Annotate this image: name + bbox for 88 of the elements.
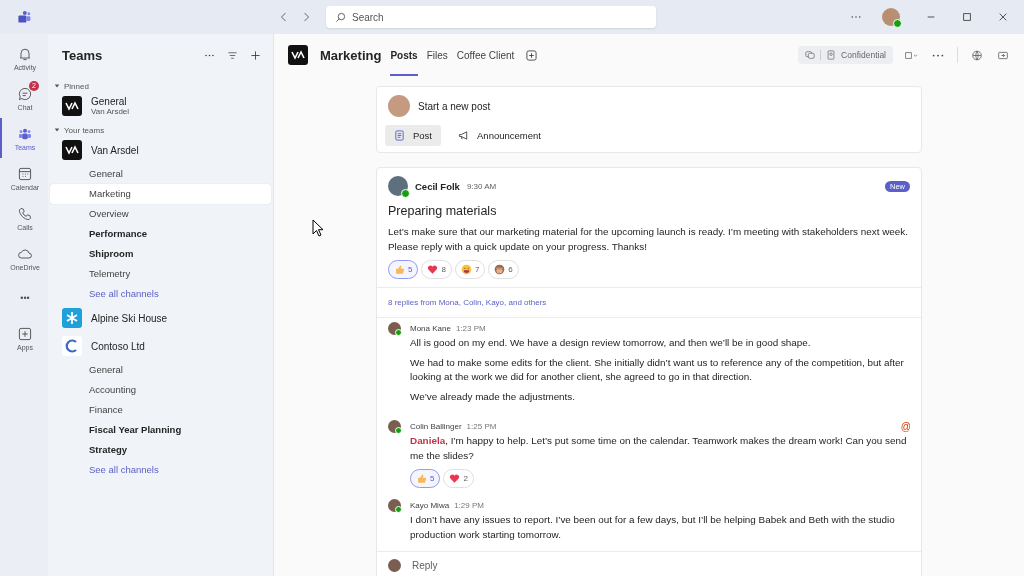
channel-item[interactable]: Telemetry <box>50 264 271 284</box>
channel-item[interactable]: Strategy <box>50 440 271 460</box>
thumbs-up-icon <box>416 473 427 484</box>
team-item[interactable]: General Van Arsdel <box>50 92 271 120</box>
timestamp: 1:25 PM <box>466 422 497 431</box>
channel-item[interactable]: Fiscal Year Planning <box>50 420 271 440</box>
post-type-button[interactable]: Announcement <box>449 125 550 146</box>
plus-icon[interactable] <box>250 49 261 61</box>
team-logo <box>62 96 82 116</box>
post-type-button[interactable]: Post <box>385 125 441 146</box>
reaction-button[interactable]: 7 <box>454 260 486 279</box>
channel-item[interactable]: General <box>50 360 271 380</box>
mention-indicator: @ <box>900 421 911 432</box>
channel-item[interactable]: Overview <box>50 204 271 224</box>
calendar-icon <box>17 165 33 182</box>
reaction-button[interactable]: 8 <box>421 260 452 279</box>
channel-item[interactable]: Marketing <box>50 184 271 204</box>
rail-item[interactable]: ••• <box>0 278 48 318</box>
tab[interactable]: Files <box>426 34 448 76</box>
author-name: Kayo Miwa <box>410 501 450 510</box>
section-header[interactable]: Your teams <box>50 120 271 136</box>
timestamp: 1:23 PM <box>455 324 486 333</box>
team-item[interactable]: Van Arsdel <box>50 136 271 164</box>
channel-item[interactable]: Finance <box>50 400 271 420</box>
reaction-button[interactable]: 6 <box>488 260 519 279</box>
chat-icon <box>17 85 33 102</box>
avatar <box>388 559 401 572</box>
reply-text: All is good on my end. We have a design review tomorrow, and then we’ll be in good shape. <box>410 336 812 350</box>
team-logo <box>62 336 82 356</box>
badge-icon <box>826 50 837 60</box>
channel-item[interactable]: Shiproom <box>50 244 271 264</box>
team-logo <box>288 45 308 65</box>
channel-item[interactable]: General <box>50 164 271 184</box>
caret-icon <box>54 127 60 133</box>
add-tab-icon[interactable] <box>526 49 538 61</box>
reply-text: We had to make some edits for the client. She initially didn’t want us to reference any of the competition, but after looking at the work we did for another client, she agreed to go in that direction. <box>410 355 905 384</box>
document-icon <box>394 130 405 141</box>
section-header[interactable]: Pinned <box>50 76 271 92</box>
post-title: Preparing materials <box>388 204 498 218</box>
panel-icon[interactable] <box>996 49 1010 61</box>
reply-field[interactable]: Reply <box>412 560 438 571</box>
team-item[interactable]: Alpine Ski House <box>50 304 271 332</box>
channel-item[interactable]: Accounting <box>50 380 271 400</box>
author-name: Cecil Folk <box>415 180 460 192</box>
megaphone-icon <box>458 130 469 141</box>
reply-text: I don’t have any issues to report. I’ve been out for a few days, but I’ll be helping Babek and Beth with the studio production work starting tomorrow. <box>410 513 896 542</box>
caret-icon <box>54 83 60 89</box>
tab[interactable]: Posts <box>390 34 418 76</box>
panel-title: Teams <box>62 47 103 63</box>
cursor-icon <box>312 219 324 237</box>
new-post-prompt[interactable]: Start a new post <box>418 100 491 112</box>
team-logo <box>62 140 82 160</box>
laughing-face-icon <box>460 264 472 275</box>
see-all-channels-link[interactable]: See all channels <box>50 460 271 480</box>
channel-item[interactable]: Performance <box>50 224 271 244</box>
author-name: Colin Ballinger <box>410 422 462 431</box>
replies-link[interactable]: 8 replies from Mona, Colin, Kayo, and others <box>377 288 921 318</box>
timestamp: 1:29 PM <box>454 501 484 510</box>
post-text: Let’s make sure that our marketing material for the upcoming launch is ready. I’m meeting with stakeholders next week. Please reply with a quick update on your progress. Thanks! <box>388 225 909 254</box>
reaction-button[interactable]: 5 <box>388 260 419 279</box>
avatar <box>388 95 410 117</box>
monkey-face-icon <box>494 264 506 275</box>
tab[interactable]: Coffee Client <box>456 34 515 76</box>
author-name: Mona Kane <box>410 324 451 333</box>
reply-text: We’ve already made the adjustments. <box>410 389 577 404</box>
globe-icon[interactable] <box>970 49 984 61</box>
people-icon <box>16 9 32 25</box>
maximize-icon[interactable] <box>962 12 972 22</box>
plus-square-icon <box>17 325 33 342</box>
thumbs-up-icon <box>394 264 405 275</box>
team-logo <box>62 308 82 328</box>
reaction-button[interactable]: 5 <box>410 469 441 488</box>
team-item[interactable]: Contoso Ltd <box>50 332 271 360</box>
reply-text: Daniela, I’m happy to help. Let’s put some time on the calendar. Teamwork makes the dream work! Can you send me the slides? <box>410 434 908 463</box>
phone-icon <box>17 205 33 222</box>
close-icon[interactable] <box>998 12 1008 22</box>
search-icon <box>335 12 346 23</box>
filter-icon[interactable] <box>227 49 238 61</box>
channel-title: Marketing <box>320 47 382 63</box>
heart-icon <box>449 473 461 484</box>
heart-icon <box>427 264 439 275</box>
sensitivity-label[interactable]: Confidential <box>798 46 893 64</box>
search-field[interactable]: Search <box>326 6 656 28</box>
timestamp: 9:30 AM <box>466 181 497 191</box>
reaction-button[interactable]: 2 <box>443 469 474 488</box>
chat-icon <box>805 50 816 60</box>
see-all-channels-link[interactable]: See all channels <box>50 284 271 304</box>
user-avatar[interactable] <box>882 8 900 26</box>
